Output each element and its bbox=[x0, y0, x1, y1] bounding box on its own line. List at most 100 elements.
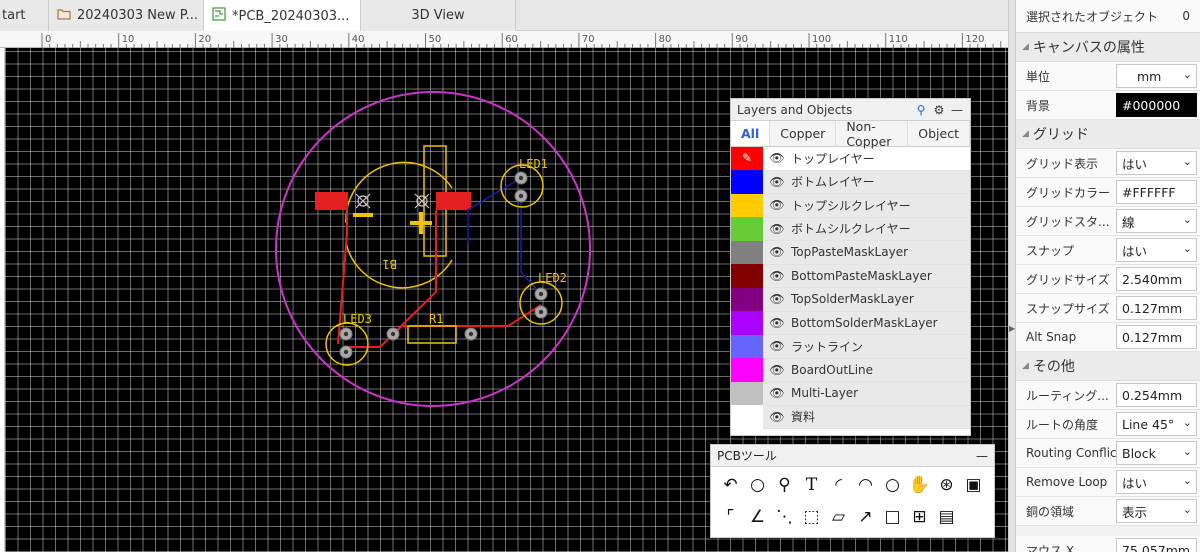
eye-icon[interactable]: 👁 bbox=[763, 386, 791, 400]
layer-row[interactable]: 👁 ラットライン bbox=[731, 334, 970, 359]
layer-row[interactable]: 👁 BoardOutLine bbox=[731, 358, 970, 382]
layer-name: ラットライン bbox=[791, 339, 864, 354]
layer-row[interactable]: 👁 BottomPasteMaskLayer bbox=[731, 264, 970, 288]
connector-tool-icon[interactable]: ⊛ bbox=[933, 471, 960, 499]
wire-tool-icon[interactable]: ↶ bbox=[717, 471, 744, 499]
eye-icon[interactable]: 👁 bbox=[763, 363, 791, 377]
background-color-input[interactable]: #000000 bbox=[1116, 93, 1197, 117]
pin-icon[interactable]: ⚲ bbox=[914, 103, 928, 117]
image-tool-icon[interactable]: ▣ bbox=[960, 471, 987, 499]
remove-loop-select[interactable]: はい ⌄ bbox=[1116, 470, 1197, 494]
background-row: 背景 #000000 bbox=[1016, 91, 1200, 120]
section-grid[interactable]: ◢ グリッド bbox=[1016, 120, 1200, 149]
tab-start[interactable]: tart bbox=[0, 0, 49, 31]
document-tab-bar: tart 20240303 New P... *PCB_20240303... … bbox=[0, 0, 1008, 32]
section-canvas[interactable]: ◢ キャンバスの属性 bbox=[1016, 33, 1200, 62]
alt-snap-input[interactable]: 0.127mm bbox=[1116, 325, 1197, 349]
text-tool-icon[interactable]: T bbox=[798, 471, 825, 499]
corner-tool-icon[interactable]: ⌜ bbox=[717, 503, 744, 531]
grid-size-input[interactable]: 2.540mm bbox=[1116, 267, 1197, 291]
polygon-tool-icon[interactable]: ▱ bbox=[825, 503, 852, 531]
tab-project[interactable]: 20240303 New P... bbox=[49, 0, 204, 31]
layer-row[interactable]: 👁 トップシルクレイヤー bbox=[731, 193, 970, 218]
chevron-down-icon: ⌄ bbox=[1182, 68, 1192, 81]
section-other[interactable]: ◢ その他 bbox=[1016, 352, 1200, 381]
pencil-icon[interactable]: ✎ bbox=[731, 146, 763, 170]
layer-color-swatch[interactable] bbox=[731, 170, 763, 194]
routing-conflict-select[interactable]: Block ⌄ bbox=[1116, 441, 1197, 465]
layer-color-swatch[interactable] bbox=[731, 193, 763, 217]
layer-color-swatch[interactable] bbox=[731, 405, 763, 429]
layer-row[interactable]: 👁 Multi-Layer bbox=[731, 381, 970, 406]
dimension-tool-icon[interactable]: ↗ bbox=[852, 503, 879, 531]
crop-tool-icon[interactable]: ⊞ bbox=[906, 503, 933, 531]
grid-style-select[interactable]: 線 ⌄ bbox=[1116, 209, 1197, 233]
layer-color-swatch[interactable] bbox=[731, 311, 763, 335]
tab-non-copper[interactable]: Non-Copper bbox=[836, 119, 909, 149]
tab-3d-view[interactable]: 3D View bbox=[361, 0, 516, 31]
top-copper-traces bbox=[337, 210, 542, 351]
eye-icon[interactable]: 👁 bbox=[763, 339, 791, 353]
layer-row[interactable]: 👁 ボトムシルクレイヤー bbox=[731, 217, 970, 241]
layer-color-swatch[interactable] bbox=[731, 381, 763, 405]
layer-color-swatch[interactable] bbox=[731, 217, 763, 241]
eye-icon[interactable]: 👁 bbox=[763, 198, 791, 212]
angle-tool-icon[interactable]: ∠ bbox=[744, 503, 771, 531]
eye-icon[interactable]: 👁 bbox=[763, 175, 791, 189]
layer-row[interactable]: 👁 ボトムレイヤー bbox=[731, 170, 970, 194]
grid-show-row: グリッド表示 はい ⌄ bbox=[1016, 149, 1200, 178]
layer-name: TopPasteMaskLayer bbox=[791, 245, 909, 260]
selected-count: 0 bbox=[1182, 9, 1190, 23]
layer-row[interactable]: 👁 TopPasteMaskLayer bbox=[731, 240, 970, 265]
layer-row[interactable]: 👁 TopSolderMaskLayer bbox=[731, 287, 970, 312]
layer-color-swatch[interactable] bbox=[731, 287, 763, 311]
routing-grid-input[interactable]: 0.254mm bbox=[1116, 383, 1197, 407]
layer-row[interactable]: 👁 資料 bbox=[731, 405, 970, 429]
minimize-icon[interactable]: — bbox=[976, 449, 988, 463]
ruler-label: 100 bbox=[812, 34, 831, 45]
rect-tool-icon[interactable]: □ bbox=[879, 503, 906, 531]
tab-object[interactable]: Object bbox=[908, 121, 970, 146]
tab-all[interactable]: All bbox=[731, 121, 771, 146]
minimize-icon[interactable]: — bbox=[950, 103, 964, 117]
eye-icon[interactable]: 👁 bbox=[763, 410, 791, 424]
layer-row[interactable]: 👁 BottomSolderMaskLayer bbox=[731, 311, 970, 335]
eye-icon[interactable]: 👁 bbox=[763, 316, 791, 330]
layer-color-swatch[interactable] bbox=[731, 264, 763, 288]
dashrect-tool-icon[interactable]: ⬚ bbox=[798, 503, 825, 531]
layer-color-swatch[interactable] bbox=[731, 334, 763, 358]
tab-label: tart bbox=[2, 8, 26, 23]
layer-row[interactable]: ✎ 👁 トップレイヤー bbox=[731, 146, 970, 171]
hand-tool-icon[interactable]: ✋ bbox=[906, 471, 933, 499]
snap-size-input[interactable]: 0.127mm bbox=[1116, 296, 1197, 320]
tab-copper[interactable]: Copper bbox=[770, 121, 837, 146]
snap-size-value: 0.127mm bbox=[1122, 300, 1183, 316]
grid-color-input[interactable]: #FFFFFF bbox=[1116, 180, 1197, 204]
arc-tool-icon[interactable]: ◜ bbox=[825, 471, 852, 499]
layer-color-swatch[interactable] bbox=[731, 240, 763, 264]
alt-snap-row: Alt Snap 0.127mm bbox=[1016, 323, 1200, 352]
gear-icon[interactable]: ⚙ bbox=[932, 103, 946, 117]
via-tool-icon[interactable]: ○ bbox=[744, 471, 771, 499]
arc2-tool-icon[interactable]: ◠ bbox=[852, 471, 879, 499]
panel-tool-icon[interactable]: ▤ bbox=[933, 503, 960, 531]
eye-icon[interactable]: 👁 bbox=[763, 222, 791, 236]
copper-area-select[interactable]: 表示 ⌄ bbox=[1116, 499, 1197, 523]
unit-select[interactable]: mm ⌄ bbox=[1116, 64, 1197, 88]
panel-splitter[interactable]: ▶ bbox=[1008, 0, 1016, 552]
route-angle-select[interactable]: Line 45° ⌄ bbox=[1116, 412, 1197, 436]
dotline-tool-icon[interactable]: ⋱ bbox=[771, 503, 798, 531]
layer-name: TopSolderMaskLayer bbox=[791, 292, 914, 307]
eye-icon[interactable]: 👁 bbox=[763, 245, 791, 259]
snap-select[interactable]: はい ⌄ bbox=[1116, 238, 1197, 262]
circle-tool-icon[interactable]: ○ bbox=[879, 471, 906, 499]
tab-pcb[interactable]: *PCB_20240303... bbox=[204, 0, 361, 32]
eye-icon[interactable]: 👁 bbox=[763, 269, 791, 283]
grid-show-select[interactable]: はい ⌄ bbox=[1116, 151, 1197, 175]
collapse-arrow-icon[interactable]: ▶ bbox=[1009, 318, 1015, 340]
layer-color-swatch[interactable] bbox=[731, 358, 763, 382]
eye-icon[interactable]: 👁 bbox=[763, 151, 791, 165]
eye-icon[interactable]: 👁 bbox=[763, 292, 791, 306]
chevron-down-icon: ⌄ bbox=[1182, 155, 1192, 168]
pin-tool-icon[interactable]: ⚲ bbox=[771, 471, 798, 499]
